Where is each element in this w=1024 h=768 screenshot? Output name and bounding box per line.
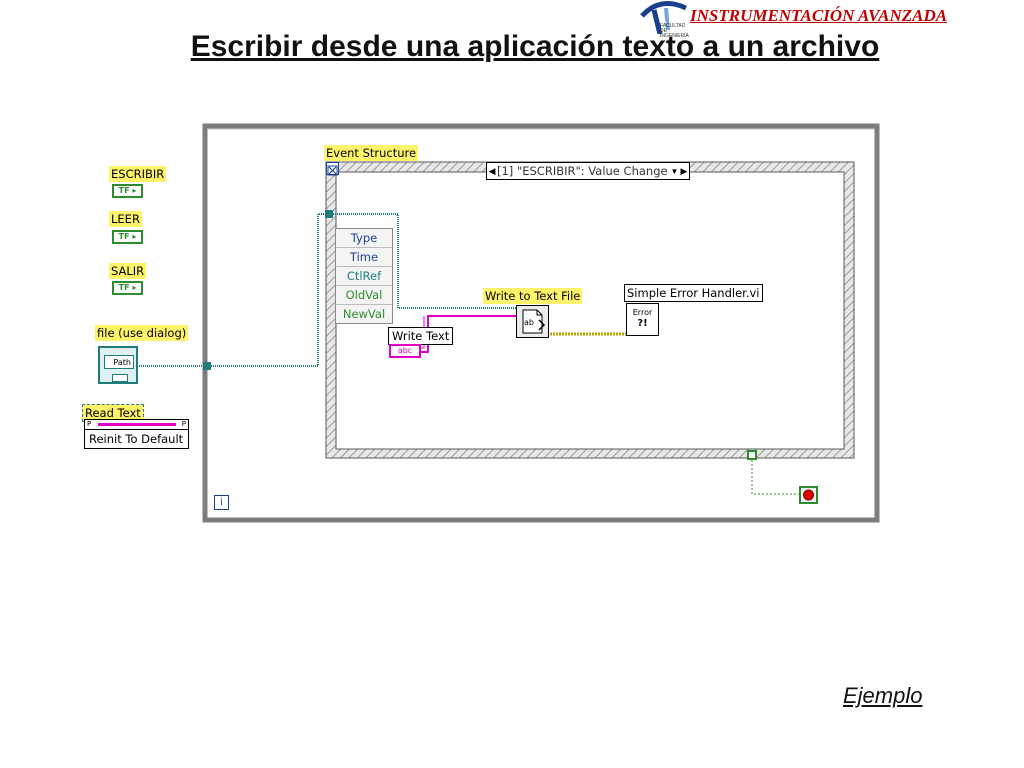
case-next-icon[interactable]: ▶ — [679, 166, 689, 177]
block-diagram-canvas — [137, 123, 880, 523]
ref-in-icon: P — [87, 420, 92, 428]
write-file-glyph: ab — [524, 318, 534, 327]
salir-label: SALIR — [109, 263, 147, 279]
file-path-label: file (use dialog) — [95, 325, 189, 341]
event-tunnel-path — [325, 210, 333, 218]
error-handler-label: Simple Error Handler.vi — [624, 284, 763, 302]
leer-label: LEER — [109, 211, 142, 227]
error-glyph-bottom: ?! — [637, 318, 648, 329]
event-data-time[interactable]: Time — [336, 248, 392, 267]
salir-terminal[interactable]: TF ▸ — [112, 281, 143, 295]
escribir-terminal[interactable]: TF ▸ — [112, 184, 143, 198]
write-to-file-function[interactable]: ab — [516, 305, 549, 338]
stop-wire — [751, 456, 800, 495]
error-handler-vi[interactable]: Error ?! — [626, 303, 659, 336]
event-data-oldval[interactable]: OldVal — [336, 286, 392, 305]
event-data-newval[interactable]: NewVal — [336, 305, 392, 323]
event-case-selector[interactable]: ◀ [1] "ESCRIBIR": Value Change ▼ ▶ — [486, 162, 690, 180]
stop-tunnel — [747, 450, 757, 460]
iteration-terminal[interactable]: i — [214, 495, 229, 510]
file-path-terminal[interactable]: Path — [98, 346, 138, 384]
reference-wire — [98, 423, 176, 426]
loop-tunnel-path — [203, 362, 211, 370]
case-selector-label: [1] "ESCRIBIR": Value Change — [497, 164, 668, 178]
case-dropdown-icon[interactable]: ▼ — [670, 167, 679, 176]
path-glyph: Path — [104, 355, 134, 369]
error-glyph-top: Error — [632, 308, 653, 317]
event-data-type[interactable]: Type — [336, 229, 392, 248]
event-structure-frame[interactable] — [325, 161, 855, 459]
ref-out-icon: P — [181, 420, 186, 428]
event-structure-label: Event Structure — [324, 145, 419, 161]
reinit-method[interactable]: Reinit To Default — [85, 430, 188, 448]
read-text-property-node[interactable]: P P Reinit To Default — [84, 419, 189, 449]
write-text-label: Write Text — [388, 327, 454, 345]
write-text-terminal[interactable]: abc — [389, 344, 421, 358]
leer-terminal[interactable]: TF ▸ — [112, 230, 143, 244]
escribir-label: ESCRIBIR — [109, 166, 167, 182]
event-data-ctlref[interactable]: CtlRef — [336, 267, 392, 286]
write-to-file-label: Write to Text File — [483, 288, 583, 304]
stop-terminal[interactable] — [799, 486, 818, 504]
event-data-node[interactable]: Type Time CtlRef OldVal NewVal — [335, 228, 393, 324]
example-link[interactable]: Ejemplo — [843, 683, 922, 709]
case-prev-icon[interactable]: ◀ — [487, 166, 497, 177]
folder-icon — [112, 374, 128, 382]
event-timeout-icon[interactable] — [326, 162, 339, 176]
